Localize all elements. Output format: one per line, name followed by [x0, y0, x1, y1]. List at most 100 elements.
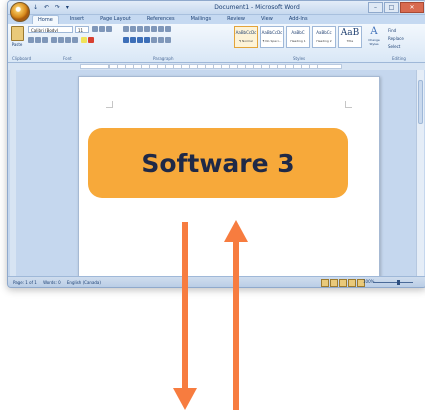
sort-icon[interactable]: [158, 26, 164, 32]
align-left-icon[interactable]: [123, 37, 129, 43]
office-button[interactable]: [10, 2, 30, 22]
group-label-editing: Editing: [392, 56, 406, 61]
title-bar: ↓ ↶ ↷ ▾ Document1 - Microsoft Word – □ ✕: [8, 1, 425, 15]
change-styles-icon: A: [370, 26, 378, 37]
vertical-scrollbar[interactable]: [416, 70, 424, 276]
shrink-font-icon[interactable]: [99, 26, 105, 32]
change-case-icon[interactable]: [72, 37, 78, 43]
quick-access-toolbar: ↓ ↶ ↷ ▾: [33, 4, 73, 11]
style-name: Title: [346, 39, 354, 43]
language-indicator[interactable]: English (Canada): [67, 280, 101, 285]
find-button[interactable]: Find: [388, 27, 404, 35]
window-title: Document1 - Microsoft Word: [214, 4, 300, 11]
tab-review[interactable]: Review: [222, 15, 250, 24]
tab-references[interactable]: References: [142, 15, 180, 24]
style-sample: AaB: [340, 28, 360, 38]
view-buttons: [321, 279, 365, 287]
font-size-select[interactable]: 11: [75, 26, 89, 33]
align-center-icon[interactable]: [130, 37, 136, 43]
bullets-icon[interactable]: [123, 26, 129, 32]
zoom-knob[interactable]: [397, 280, 400, 285]
style-sample: AaBbCcDc: [235, 30, 257, 35]
subscript-icon[interactable]: [58, 37, 64, 43]
zoom-track: [373, 282, 413, 283]
undo-icon[interactable]: ↶: [44, 4, 49, 11]
styles-gallery: AaBbCcDc ¶ Normal AaBbCcDc ¶ No Spaci...…: [234, 26, 362, 48]
web-layout-icon[interactable]: [339, 279, 347, 287]
outline-icon[interactable]: [348, 279, 356, 287]
word-count[interactable]: Words: 0: [43, 280, 61, 285]
tab-add-ins[interactable]: Add-Ins: [284, 15, 313, 24]
replace-button[interactable]: Replace: [388, 35, 404, 43]
paste-button[interactable]: Paste: [11, 26, 24, 50]
grow-font-icon[interactable]: [92, 26, 98, 32]
group-label-font: Font: [63, 56, 72, 61]
ribbon: Paste Clipboard Calibri (Body) 11 Font P…: [8, 24, 425, 63]
change-styles-button[interactable]: A Change Styles: [365, 26, 383, 50]
minimize-button[interactable]: –: [368, 2, 383, 13]
style-normal[interactable]: AaBbCcDc ¶ Normal: [234, 26, 258, 48]
style-sample: AaBbCcDc: [261, 30, 283, 35]
status-left: Page: 1 of 1 Words: 0 English (Canada): [13, 277, 106, 287]
strikethrough-icon[interactable]: [51, 37, 57, 43]
decrease-indent-icon[interactable]: [144, 26, 150, 32]
maximize-button[interactable]: □: [384, 2, 399, 13]
italic-icon[interactable]: [35, 37, 41, 43]
tab-view[interactable]: View: [256, 15, 278, 24]
style-name: ¶ Normal: [239, 39, 253, 43]
margin-corner-top-left: [106, 101, 113, 108]
style-heading-2[interactable]: AaBbCc Heading 2: [312, 26, 336, 48]
font-name-select[interactable]: Calibri (Body): [28, 26, 73, 33]
underline-icon[interactable]: [42, 37, 48, 43]
paragraph-tools-row-1: [123, 25, 171, 33]
style-name: Heading 1: [290, 39, 306, 43]
tab-page-layout[interactable]: Page Layout: [95, 15, 136, 24]
clipboard-icon: [11, 26, 24, 41]
tab-insert[interactable]: Insert: [65, 15, 89, 24]
superscript-icon[interactable]: [65, 37, 71, 43]
numbering-icon[interactable]: [130, 26, 136, 32]
margin-corner-top-right: [345, 101, 352, 108]
show-marks-icon[interactable]: [165, 26, 171, 32]
window-controls: – □ ✕: [368, 2, 424, 13]
close-button[interactable]: ✕: [400, 2, 424, 13]
font-color-icon[interactable]: [88, 37, 94, 43]
software-callout: Software 3: [88, 128, 348, 198]
shading-icon[interactable]: [158, 37, 164, 43]
increase-indent-icon[interactable]: [151, 26, 157, 32]
font-tools-row-1: [92, 25, 112, 33]
style-title[interactable]: AaB Title: [338, 26, 362, 48]
ruler-ticks: [108, 65, 319, 68]
style-sample: AaBbC: [291, 30, 305, 35]
group-label-paragraph: Paragraph: [153, 56, 174, 61]
scrollbar-thumb[interactable]: [418, 80, 423, 124]
group-label-clipboard: Clipboard: [12, 56, 32, 61]
bold-icon[interactable]: [28, 37, 34, 43]
down-arrow-head: [173, 388, 197, 410]
style-no-spacing[interactable]: AaBbCcDc ¶ No Spaci...: [260, 26, 284, 48]
zoom-slider[interactable]: 100%: [363, 279, 413, 285]
align-right-icon[interactable]: [137, 37, 143, 43]
save-icon[interactable]: ↓: [33, 4, 38, 11]
tab-home[interactable]: Home: [32, 15, 59, 24]
horizontal-ruler[interactable]: [8, 63, 425, 70]
line-spacing-icon[interactable]: [151, 37, 157, 43]
clear-format-icon[interactable]: [106, 26, 112, 32]
status-bar: Page: 1 of 1 Words: 0 English (Canada) 1…: [8, 276, 425, 287]
page-count[interactable]: Page: 1 of 1: [13, 280, 37, 285]
vertical-ruler[interactable]: [10, 70, 16, 276]
multilevel-list-icon[interactable]: [137, 26, 143, 32]
print-layout-icon[interactable]: [321, 279, 329, 287]
justify-icon[interactable]: [144, 37, 150, 43]
borders-icon[interactable]: [165, 37, 171, 43]
style-heading-1[interactable]: AaBbC Heading 1: [286, 26, 310, 48]
redo-icon[interactable]: ↷: [55, 4, 60, 11]
ribbon-tabs: Home Insert Page Layout References Maili…: [32, 15, 313, 24]
customize-qat-icon[interactable]: ▾: [66, 4, 69, 11]
editing-group: Find Replace Select: [388, 27, 404, 51]
full-screen-reading-icon[interactable]: [330, 279, 338, 287]
highlight-icon[interactable]: [81, 37, 87, 43]
select-button[interactable]: Select: [388, 43, 404, 51]
paste-label: Paste: [11, 42, 23, 47]
tab-mailings[interactable]: Mailings: [186, 15, 217, 24]
